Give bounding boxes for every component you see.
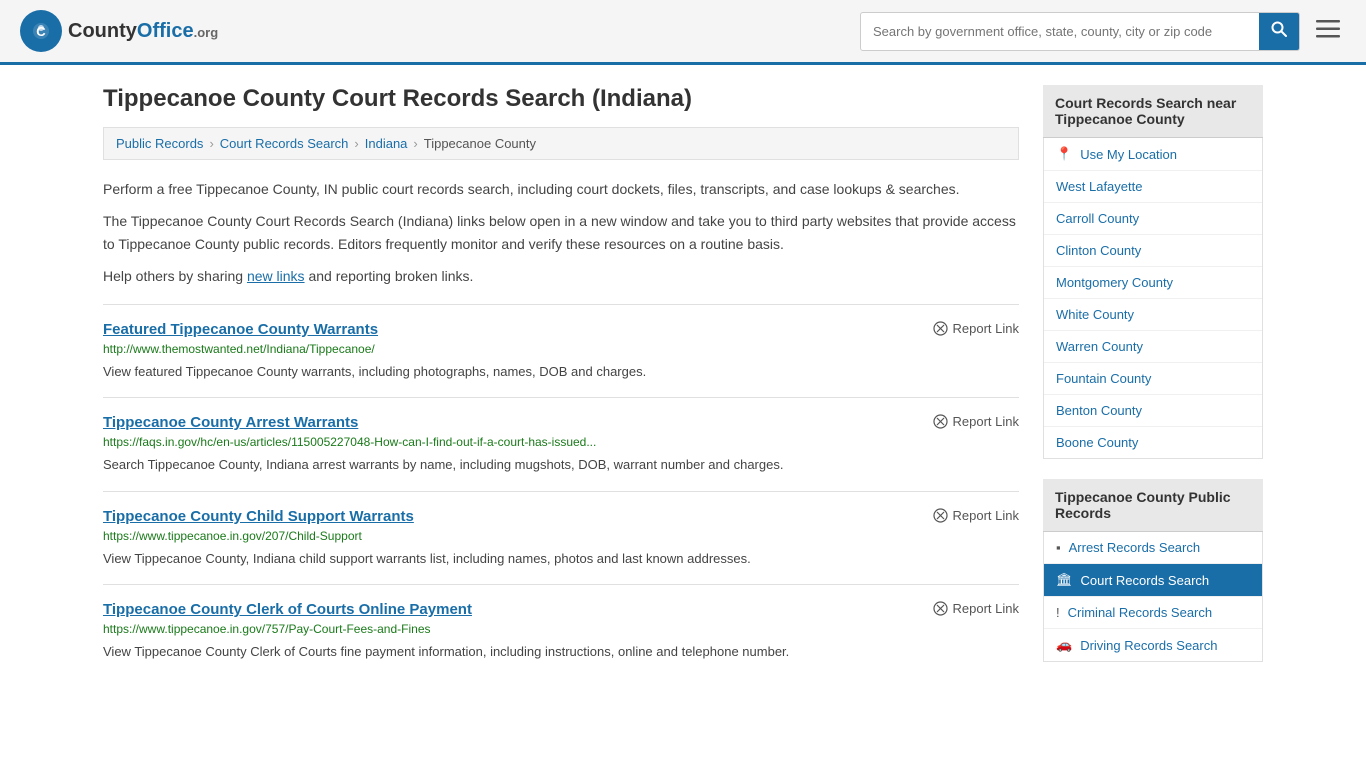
report-icon-3 — [933, 601, 948, 616]
result-title-3[interactable]: Tippecanoe County Clerk of Courts Online… — [103, 601, 472, 618]
result-header-0: Featured Tippecanoe County Warrants Repo… — [103, 321, 1019, 338]
logo-icon: C — [20, 10, 62, 52]
description-1: Perform a free Tippecanoe County, IN pub… — [103, 178, 1019, 200]
nearby-boone-county[interactable]: Boone County — [1044, 427, 1262, 458]
header: C CountyOffice.org — [0, 0, 1366, 65]
new-links[interactable]: new links — [247, 268, 305, 284]
result-url-2: https://www.tippecanoe.in.gov/207/Child-… — [103, 529, 1019, 543]
header-right — [860, 12, 1346, 51]
records-header: Tippecanoe County Public Records — [1043, 479, 1263, 532]
result-title-2[interactable]: Tippecanoe County Child Support Warrants — [103, 508, 414, 525]
report-link-0[interactable]: Report Link — [933, 321, 1019, 336]
search-button[interactable] — [1259, 13, 1299, 50]
criminal-icon: ! — [1056, 605, 1060, 620]
result-header-2: Tippecanoe County Child Support Warrants… — [103, 508, 1019, 525]
location-pin-icon: 📍 — [1056, 146, 1072, 162]
records-driving[interactable]: 🚗 Driving Records Search — [1044, 629, 1262, 661]
nearby-west-lafayette[interactable]: West Lafayette — [1044, 171, 1262, 203]
breadcrumb-public-records[interactable]: Public Records — [116, 136, 203, 151]
sidebar: Court Records Search near Tippecanoe Cou… — [1043, 85, 1263, 682]
result-card-0: Featured Tippecanoe County Warrants Repo… — [103, 304, 1019, 398]
result-url-0: http://www.themostwanted.net/Indiana/Tip… — [103, 342, 1019, 356]
page-title: Tippecanoe County Court Records Search (… — [103, 85, 1019, 113]
result-desc-0: View featured Tippecanoe County warrants… — [103, 362, 1019, 382]
result-card-3: Tippecanoe County Clerk of Courts Online… — [103, 584, 1019, 678]
driving-icon: 🚗 — [1056, 637, 1072, 653]
breadcrumb-sep-2: › — [354, 136, 358, 151]
nearby-section: Court Records Search near Tippecanoe Cou… — [1043, 85, 1263, 459]
report-icon-1 — [933, 414, 948, 429]
menu-icon[interactable] — [1310, 14, 1346, 48]
result-title-0[interactable]: Featured Tippecanoe County Warrants — [103, 321, 378, 338]
use-location-link[interactable]: 📍 Use My Location — [1044, 138, 1262, 170]
breadcrumb-indiana[interactable]: Indiana — [365, 136, 408, 151]
records-list: ▪ Arrest Records Search 🏛 Court Records … — [1043, 532, 1263, 662]
result-desc-3: View Tippecanoe County Clerk of Courts f… — [103, 642, 1019, 662]
report-link-1[interactable]: Report Link — [933, 414, 1019, 429]
report-link-2[interactable]: Report Link — [933, 508, 1019, 523]
nearby-header: Court Records Search near Tippecanoe Cou… — [1043, 85, 1263, 138]
records-arrest[interactable]: ▪ Arrest Records Search — [1044, 532, 1262, 564]
nearby-carroll-county[interactable]: Carroll County — [1044, 203, 1262, 235]
breadcrumb-current: Tippecanoe County — [424, 136, 536, 151]
search-input[interactable] — [861, 16, 1259, 47]
records-section: Tippecanoe County Public Records ▪ Arres… — [1043, 479, 1263, 662]
results-container: Featured Tippecanoe County Warrants Repo… — [103, 304, 1019, 678]
breadcrumb-sep-1: › — [209, 136, 213, 151]
description-3: Help others by sharing new links and rep… — [103, 265, 1019, 287]
court-icon: 🏛 — [1056, 572, 1073, 588]
result-url-3: https://www.tippecanoe.in.gov/757/Pay-Co… — [103, 622, 1019, 636]
logo-area: C CountyOffice.org — [20, 10, 218, 52]
records-court[interactable]: 🏛 Court Records Search — [1044, 564, 1262, 597]
use-location-item[interactable]: 📍 Use My Location — [1044, 138, 1262, 171]
nearby-white-county[interactable]: White County — [1044, 299, 1262, 331]
result-card-1: Tippecanoe County Arrest Warrants Report… — [103, 397, 1019, 491]
result-desc-1: Search Tippecanoe County, Indiana arrest… — [103, 455, 1019, 475]
main-container: Tippecanoe County Court Records Search (… — [83, 65, 1283, 702]
breadcrumb-sep-3: › — [413, 136, 417, 151]
report-link-3[interactable]: Report Link — [933, 601, 1019, 616]
content-area: Tippecanoe County Court Records Search (… — [103, 85, 1019, 682]
result-header-3: Tippecanoe County Clerk of Courts Online… — [103, 601, 1019, 618]
result-card-2: Tippecanoe County Child Support Warrants… — [103, 491, 1019, 585]
records-criminal[interactable]: ! Criminal Records Search — [1044, 597, 1262, 629]
search-bar — [860, 12, 1300, 51]
result-title-1[interactable]: Tippecanoe County Arrest Warrants — [103, 414, 358, 431]
description-2: The Tippecanoe County Court Records Sear… — [103, 210, 1019, 255]
logo-text: CountyOffice.org — [68, 20, 218, 43]
result-url-1: https://faqs.in.gov/hc/en-us/articles/11… — [103, 435, 1019, 449]
breadcrumb: Public Records › Court Records Search › … — [103, 127, 1019, 160]
report-icon-2 — [933, 508, 948, 523]
nearby-warren-county[interactable]: Warren County — [1044, 331, 1262, 363]
nearby-clinton-county[interactable]: Clinton County — [1044, 235, 1262, 267]
breadcrumb-court-records[interactable]: Court Records Search — [220, 136, 349, 151]
result-desc-2: View Tippecanoe County, Indiana child su… — [103, 549, 1019, 569]
result-header-1: Tippecanoe County Arrest Warrants Report… — [103, 414, 1019, 431]
nearby-fountain-county[interactable]: Fountain County — [1044, 363, 1262, 395]
arrest-icon: ▪ — [1056, 540, 1061, 555]
nearby-montgomery-county[interactable]: Montgomery County — [1044, 267, 1262, 299]
report-icon-0 — [933, 321, 948, 336]
nearby-benton-county[interactable]: Benton County — [1044, 395, 1262, 427]
nearby-list: 📍 Use My Location West Lafayette Carroll… — [1043, 138, 1263, 459]
